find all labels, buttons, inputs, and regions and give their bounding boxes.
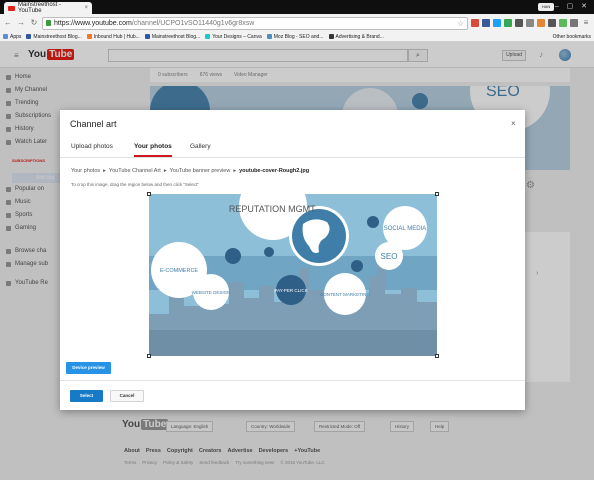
bookmark-item[interactable]: Inbound Hub | Hub... xyxy=(86,33,140,40)
crop-handle-bottom-left[interactable] xyxy=(147,354,151,358)
bookmark-favicon-icon xyxy=(205,34,211,39)
bookmark-favicon-icon xyxy=(144,34,150,39)
bookmark-label: Inbound Hub | Hub... xyxy=(93,33,140,40)
channel-art-dialog: Channel art × Upload photos Your photos … xyxy=(60,110,525,410)
title-bar: Mainstreethost - YouTube × HAN – ▢ ✕ xyxy=(0,0,594,14)
tab-close-icon[interactable]: × xyxy=(84,5,88,11)
bookmarks-bar: Apps Mainstreethost Blog... Inbound Hub | … xyxy=(0,32,594,42)
tab-gallery[interactable]: Gallery xyxy=(190,143,211,150)
back-icon[interactable]: ← xyxy=(3,18,13,28)
bookmark-label: Mainstreethost Blog... xyxy=(33,33,82,40)
bookmark-item[interactable]: Advertising & Brand... xyxy=(328,33,384,40)
extension-icon[interactable] xyxy=(493,19,501,27)
extension-icon[interactable] xyxy=(570,19,578,27)
breadcrumb-file: youtube-cover-Rough2.jpg xyxy=(239,168,310,174)
bookmark-label: Your Designs – Canva xyxy=(212,33,262,40)
dialog-footer-divider xyxy=(60,380,525,381)
extension-icon[interactable] xyxy=(471,19,479,27)
breadcrumb-folder[interactable]: YouTube banner preview xyxy=(170,168,231,174)
extension-icon[interactable] xyxy=(515,19,523,27)
breadcrumb-album[interactable]: YouTube Channel Art xyxy=(109,168,161,174)
tab-title: Mainstreethost - YouTube xyxy=(18,2,62,14)
browser-tab[interactable]: Mainstreethost - YouTube × xyxy=(4,2,92,14)
extension-icon[interactable] xyxy=(504,19,512,27)
crop-handle-bottom-right[interactable] xyxy=(435,354,439,358)
extensions-bar xyxy=(471,19,578,27)
browser-toolbar: ← → ↻ https://www.youtube.com/channel/UC… xyxy=(0,14,594,32)
address-bar[interactable]: https://www.youtube.com/channel/UCPO1vSO… xyxy=(42,16,468,30)
bookmark-item[interactable]: Mainstreethost Blog... xyxy=(26,33,82,40)
youtube-favicon-icon xyxy=(8,5,15,11)
crop-region[interactable]: REPUTATION MGMT. SOCIAL MEDIA SEO E-COMM… xyxy=(147,192,439,358)
extension-icon[interactable] xyxy=(526,19,534,27)
window-user-badge[interactable]: HAN xyxy=(538,3,554,11)
bubble-social-media: SOCIAL MEDIA xyxy=(384,226,426,232)
bubble-website-design: WEBSITE DESIGN xyxy=(192,290,231,295)
bookmark-item[interactable]: Apps xyxy=(3,34,21,40)
breadcrumb-separator-icon: ▸ xyxy=(163,168,167,174)
bookmark-label: Mainstreethost Blog... xyxy=(151,33,201,40)
crop-hint: To crop this image, drag the region belo… xyxy=(71,182,200,187)
extension-icon[interactable] xyxy=(482,19,490,27)
reload-icon[interactable]: ↻ xyxy=(29,18,39,28)
breadcrumb-your-photos[interactable]: Your photos xyxy=(71,168,100,174)
tab-your-photos[interactable]: Your photos xyxy=(134,143,172,157)
bubble-seo: SEO xyxy=(381,252,398,261)
close-icon[interactable]: × xyxy=(511,119,516,128)
bubble-reputation: REPUTATION MGMT. xyxy=(229,204,317,214)
forward-icon[interactable]: → xyxy=(16,18,26,28)
bookmark-star-icon[interactable]: ☆ xyxy=(457,19,464,28)
cancel-button[interactable]: Cancel xyxy=(110,390,144,402)
bookmark-favicon-icon xyxy=(266,34,272,39)
crop-handle-top-right[interactable] xyxy=(435,192,439,196)
bubble-ppc: PAY-PER CLICK xyxy=(274,288,307,293)
other-bookmarks[interactable]: Other bookmarks xyxy=(553,34,591,40)
window-controls[interactable]: – ▢ ✕ xyxy=(555,2,590,10)
crop-handle-top-left[interactable] xyxy=(147,192,151,196)
dialog-title: Channel art xyxy=(70,119,117,129)
breadcrumb-separator-icon: ▸ xyxy=(103,168,106,174)
bookmark-label: Moz Blog - SEO and... xyxy=(273,33,324,40)
bubble-content-marketing: CONTENT MARKETING xyxy=(320,292,370,297)
channel-art-illustration: REPUTATION MGMT. SOCIAL MEDIA SEO E-COMM… xyxy=(149,194,437,356)
extension-icon[interactable] xyxy=(548,19,556,27)
dialog-tabs: Upload photos Your photos Gallery xyxy=(60,138,525,158)
extension-icon[interactable] xyxy=(559,19,567,27)
bookmark-label: Apps xyxy=(10,33,22,40)
url-path: /channel/UCPO1vSO11440g1v6gr8xsw xyxy=(131,19,255,27)
extension-icon[interactable] xyxy=(537,19,545,27)
bookmark-favicon-icon xyxy=(86,34,92,39)
lock-icon xyxy=(46,20,51,26)
bookmark-item[interactable]: Moz Blog - SEO and... xyxy=(266,33,324,40)
bookmark-favicon-icon xyxy=(328,34,334,39)
channel-art-image: REPUTATION MGMT. SOCIAL MEDIA SEO E-COMM… xyxy=(149,194,437,356)
bookmark-favicon-icon xyxy=(26,34,32,39)
breadcrumb: Your photos ▸ YouTube Channel Art ▸ YouT… xyxy=(71,168,309,174)
breadcrumb-separator-icon: ▸ xyxy=(233,168,237,174)
select-button[interactable]: Select xyxy=(70,390,103,402)
bookmark-item[interactable]: Your Designs – Canva xyxy=(205,34,262,40)
bookmark-item[interactable]: Mainstreethost Blog... xyxy=(144,33,201,40)
url-host: https://www.youtube.com xyxy=(54,19,132,27)
device-preview-button[interactable]: Device preview xyxy=(66,362,111,374)
browser-window: Mainstreethost - YouTube × HAN – ▢ ✕ ← →… xyxy=(0,0,594,480)
bookmark-label: Advertising & Brand... xyxy=(335,33,384,40)
bubble-ecommerce: E-COMMERCE xyxy=(160,268,199,274)
tab-upload-photos[interactable]: Upload photos xyxy=(71,143,113,150)
bookmark-favicon-icon xyxy=(3,34,8,39)
menu-icon[interactable]: ≡ xyxy=(581,18,591,28)
